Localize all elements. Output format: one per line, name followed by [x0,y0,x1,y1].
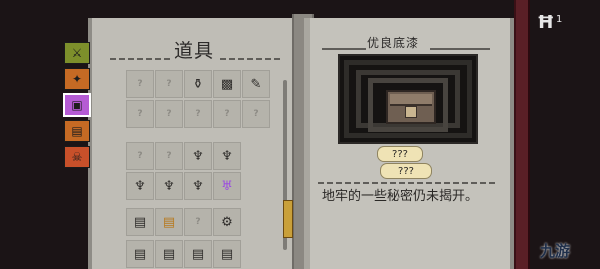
gear-icon: ⚙ [221,214,233,230]
scroll-icon: ▤ [191,246,205,262]
reveal-button-2[interactable]: ??? [380,163,432,179]
inventory-slot[interactable]: ▤ [184,240,212,268]
bottle-icon: ⚱ [192,76,204,92]
tab-scrolls[interactable]: ▤ [64,120,90,142]
inventory-slot[interactable]: ♆ [184,172,212,200]
antlers-icon: ♆ [163,178,175,194]
inventory-slot[interactable]: ? [184,100,212,128]
inventory-slot[interactable]: ▤ [126,240,154,268]
game-scene: 道具 ⚔ ✦ ▣ ▤ ☠ ? ? ⚱ ▩ ✎ ? ? ? ? ? ? ? ♆ ♆… [0,0,600,269]
reveal-button-1[interactable]: ??? [377,146,423,162]
tab-items[interactable]: ▣ [64,94,90,116]
inventory-slot[interactable]: ▤ [155,208,183,236]
scroll-icon: ▤ [133,214,147,230]
scroll-icon: ▤ [71,124,83,138]
tab-bosses[interactable]: ☠ [64,146,90,168]
antlers-icon: ♆ [134,178,146,194]
inventory-slot[interactable]: ♆ [213,142,241,170]
inventory-slot[interactable]: ? [126,100,154,128]
inventory-slot[interactable]: ? [155,70,183,98]
inventory-slot[interactable]: ? [155,142,183,170]
inventory-slot[interactable]: ♆ [126,172,154,200]
scroll-icon: ▤ [133,246,147,262]
inventory-slot[interactable]: ♆ [155,172,183,200]
inventory-slot[interactable]: ? [126,70,154,98]
sword-icon: ⚔ [71,46,83,60]
inventory-slot[interactable]: ▤ [155,240,183,268]
skull-icon: ☠ [71,150,83,164]
scroll-icon: ▤ [220,246,234,262]
title-ornament-right [220,58,280,60]
tab-weapons[interactable]: ✦ [64,68,90,90]
inventory-slot[interactable]: ? [242,100,270,128]
title-ornament-left [110,58,170,60]
watermark-logo: 九游 [540,242,571,260]
scroll-handle[interactable] [283,200,293,238]
inventory-slot[interactable]: ? [155,100,183,128]
inventory-slot[interactable]: ? [213,100,241,128]
antlers-icon: ♆ [192,178,204,194]
antlers-icon: ♆ [221,148,233,164]
horned-mask-icon: ♅ [221,178,233,194]
inventory-slot[interactable]: ♅ [213,172,241,200]
robot-icon: ▩ [220,76,234,92]
item-preview [338,54,478,144]
inventory-slot[interactable]: ? [126,142,154,170]
gun-icon: ✦ [71,72,83,86]
scroll-icon: ▤ [162,214,176,230]
item-title-ornament-left [322,48,366,50]
antlers-icon: ♆ [192,148,204,164]
item-title: 优良底漆 [367,36,420,50]
inventory-slot[interactable]: ▤ [213,240,241,268]
book-edge [514,0,530,269]
tab-equipment[interactable]: ⚔ [64,42,90,64]
scroll-icon: ▤ [162,246,176,262]
feather-icon: ✎ [250,76,262,92]
description-divider [318,182,498,184]
chest-icon: ▣ [71,98,83,112]
inventory-slot[interactable]: ♆ [184,142,212,170]
inventory-slot[interactable]: ▩ [213,70,241,98]
inventory-title: 道具 [174,40,215,62]
hp-icon: Ħ [537,12,555,33]
item-description: 地牢的一些秘密仍未揭开。 [322,189,479,204]
hp-count: 1 [556,14,563,25]
inventory-slot[interactable]: ▤ [126,208,154,236]
inventory-slot[interactable]: ⚱ [184,70,212,98]
chest-icon [386,90,436,124]
inventory-slot[interactable]: ✎ [242,70,270,98]
inventory-slot[interactable]: ⚙ [213,208,241,236]
item-title-ornament-right [430,48,490,50]
inventory-slot[interactable]: ? [184,208,212,236]
